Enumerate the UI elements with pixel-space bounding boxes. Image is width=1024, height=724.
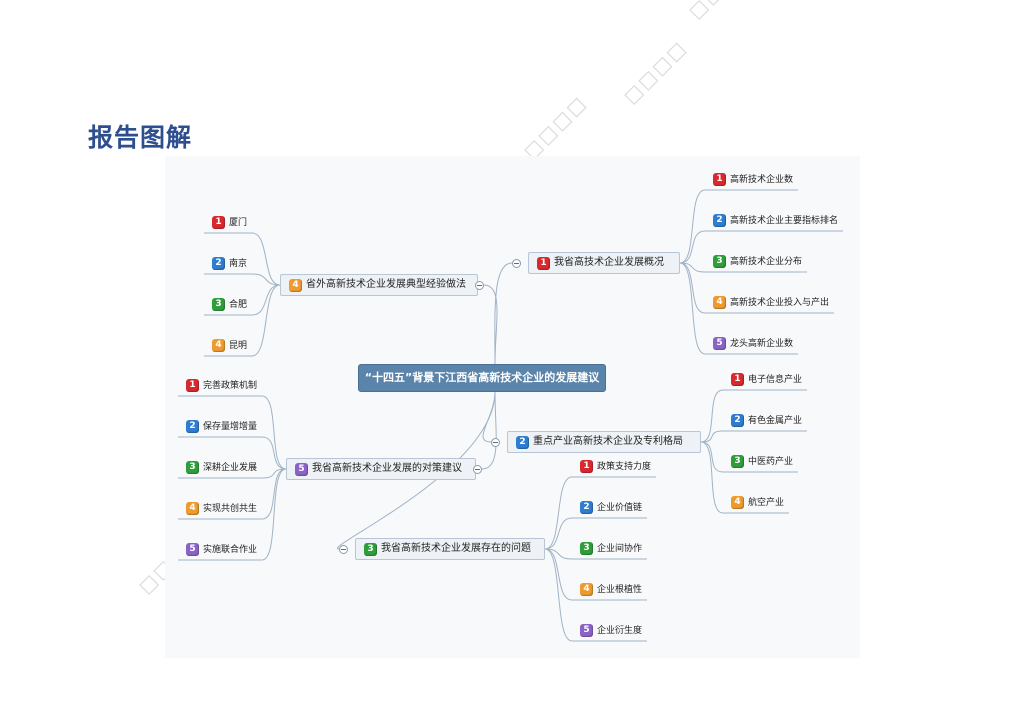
leaf-label: 高新技术企业分布 bbox=[730, 257, 803, 267]
leaf-label: 高新技术企业数 bbox=[730, 175, 794, 185]
number-badge: 3 bbox=[731, 455, 744, 468]
leaf-5-5[interactable]: 5 实施联合作业 bbox=[186, 541, 326, 561]
leaf-label: 实施联合作业 bbox=[203, 545, 258, 555]
leaf-3-3[interactable]: 3 企业间协作 bbox=[580, 540, 720, 560]
leaf-label: 厦门 bbox=[229, 218, 248, 228]
branch-label: 我省高新技术企业发展的对策建议 bbox=[312, 463, 462, 474]
collapse-toggle[interactable] bbox=[475, 281, 484, 290]
leaf-label: 中医药产业 bbox=[748, 457, 794, 467]
leaf-2-1[interactable]: 1 电子信息产业 bbox=[731, 371, 860, 391]
leaf-label: 昆明 bbox=[229, 341, 248, 351]
central-topic[interactable]: “十四五”背景下江西省高新技术企业的发展建议 bbox=[358, 364, 606, 392]
number-badge: 2 bbox=[713, 214, 726, 227]
number-badge: 1 bbox=[537, 257, 550, 270]
leaf-2-3[interactable]: 3 中医药产业 bbox=[731, 453, 860, 473]
leaf-label: 完善政策机制 bbox=[203, 381, 258, 391]
collapse-toggle[interactable] bbox=[491, 438, 500, 447]
leaf-4-1[interactable]: 1 厦门 bbox=[212, 214, 352, 234]
leaf-2-2[interactable]: 2 有色金属产业 bbox=[731, 412, 860, 432]
leaf-label: 航空产业 bbox=[748, 498, 785, 508]
branch-4[interactable]: 4 省外高新技术企业发展典型经验做法 bbox=[280, 274, 478, 296]
leaf-1-3[interactable]: 3 高新技术企业分布 bbox=[713, 253, 853, 273]
branch-label: 重点产业高新技术企业及专利格局 bbox=[533, 436, 683, 447]
leaf-label: 南京 bbox=[229, 259, 248, 269]
number-badge: 1 bbox=[713, 173, 726, 186]
number-badge: 4 bbox=[731, 496, 744, 509]
number-badge: 2 bbox=[580, 501, 593, 514]
leaf-label: 高新技术企业主要指标排名 bbox=[730, 216, 839, 226]
number-badge: 3 bbox=[364, 543, 377, 556]
number-badge: 4 bbox=[186, 502, 199, 515]
leaf-label: 合肥 bbox=[229, 300, 248, 310]
leaf-label: 企业衍生度 bbox=[597, 626, 643, 636]
number-badge: 3 bbox=[713, 255, 726, 268]
leaf-label: 高新技术企业投入与产出 bbox=[730, 298, 830, 308]
branch-2[interactable]: 2 重点产业高新技术企业及专利格局 bbox=[507, 431, 701, 453]
number-badge: 5 bbox=[580, 624, 593, 637]
number-badge: 1 bbox=[731, 373, 744, 386]
leaf-4-2[interactable]: 2 南京 bbox=[212, 255, 352, 275]
branch-label: 我省高新技术企业发展存在的问题 bbox=[381, 543, 531, 554]
leaf-5-1[interactable]: 1 完善政策机制 bbox=[186, 377, 326, 397]
leaf-3-1[interactable]: 1 政策支持力度 bbox=[580, 458, 720, 478]
number-badge: 5 bbox=[186, 543, 199, 556]
branch-3[interactable]: 3 我省高新技术企业发展存在的问题 bbox=[355, 538, 545, 560]
number-badge: 1 bbox=[580, 460, 593, 473]
leaf-5-3[interactable]: 3 深耕企业发展 bbox=[186, 459, 326, 479]
collapse-toggle[interactable] bbox=[339, 545, 348, 554]
number-badge: 4 bbox=[289, 279, 302, 292]
branch-label: 省外高新技术企业发展典型经验做法 bbox=[306, 279, 466, 290]
leaf-label: 企业价值链 bbox=[597, 503, 643, 513]
leaf-label: 保存量增增量 bbox=[203, 422, 258, 432]
leaf-4-4[interactable]: 4 昆明 bbox=[212, 337, 352, 357]
number-badge: 2 bbox=[731, 414, 744, 427]
leaf-3-5[interactable]: 5 企业衍生度 bbox=[580, 622, 720, 642]
leaf-2-4[interactable]: 4 航空产业 bbox=[731, 494, 860, 514]
number-badge: 2 bbox=[212, 257, 225, 270]
number-badge: 4 bbox=[212, 339, 225, 352]
branch-1[interactable]: 1 我省高技术企业发展概况 bbox=[528, 252, 680, 274]
leaf-1-2[interactable]: 2 高新技术企业主要指标排名 bbox=[713, 212, 853, 232]
number-badge: 3 bbox=[580, 542, 593, 555]
leaf-3-2[interactable]: 2 企业价值链 bbox=[580, 499, 720, 519]
leaf-label: 政策支持力度 bbox=[597, 462, 652, 472]
branch-label: 我省高技术企业发展概况 bbox=[554, 257, 664, 268]
leaf-label: 企业根植性 bbox=[597, 585, 643, 595]
number-badge: 4 bbox=[580, 583, 593, 596]
number-badge: 1 bbox=[186, 379, 199, 392]
collapse-toggle[interactable] bbox=[473, 465, 482, 474]
number-badge: 2 bbox=[516, 436, 529, 449]
leaf-5-2[interactable]: 2 保存量增增量 bbox=[186, 418, 326, 438]
leaf-label: 电子信息产业 bbox=[748, 375, 803, 385]
leaf-1-4[interactable]: 4 高新技术企业投入与产出 bbox=[713, 294, 853, 314]
number-badge: 4 bbox=[713, 296, 726, 309]
leaf-label: 有色金属产业 bbox=[748, 416, 803, 426]
leaf-4-3[interactable]: 3 合肥 bbox=[212, 296, 352, 316]
leaf-1-1[interactable]: 1 高新技术企业数 bbox=[713, 171, 853, 191]
page-heading: 报告图解 bbox=[88, 123, 193, 152]
collapse-toggle[interactable] bbox=[512, 259, 521, 268]
leaf-label: 龙头高新企业数 bbox=[730, 339, 794, 349]
mind-map: “十四五”背景下江西省高新技术企业的发展建议 1 我省高技术企业发展概况 1 高新技术… bbox=[165, 156, 860, 658]
leaf-3-4[interactable]: 4 企业根植性 bbox=[580, 581, 720, 601]
number-badge: 5 bbox=[713, 337, 726, 350]
number-badge: 3 bbox=[212, 298, 225, 311]
leaf-label: 企业间协作 bbox=[597, 544, 643, 554]
number-badge: 2 bbox=[186, 420, 199, 433]
number-badge: 1 bbox=[212, 216, 225, 229]
leaf-1-5[interactable]: 5 龙头高新企业数 bbox=[713, 335, 853, 355]
leaf-label: 实现共创共生 bbox=[203, 504, 258, 514]
leaf-label: 深耕企业发展 bbox=[203, 463, 258, 473]
number-badge: 3 bbox=[186, 461, 199, 474]
leaf-5-4[interactable]: 4 实现共创共生 bbox=[186, 500, 326, 520]
